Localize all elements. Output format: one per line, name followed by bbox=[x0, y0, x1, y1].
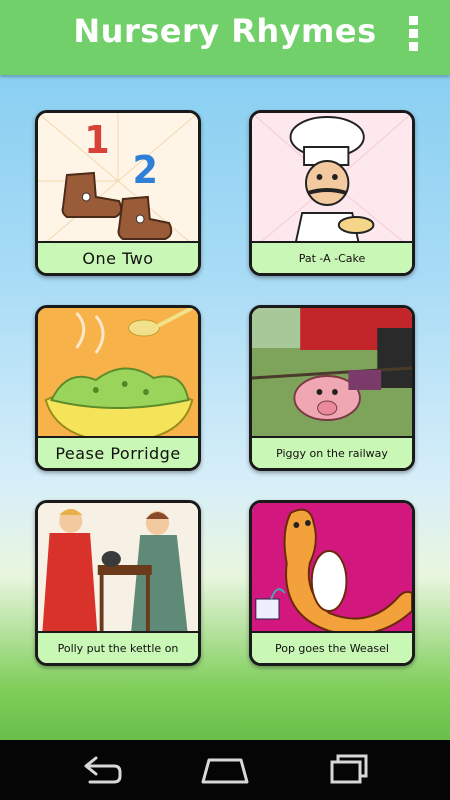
rhyme-card-piggy-on-the-railway[interactable]: Piggy on the railway bbox=[249, 305, 415, 471]
baker-illustration bbox=[252, 113, 412, 249]
piggy-train-illustration bbox=[252, 308, 412, 444]
svg-text:2: 2 bbox=[132, 147, 157, 192]
system-navigation-bar bbox=[0, 740, 450, 800]
polly-kettle-illustration bbox=[38, 503, 198, 639]
rhyme-grid: 1 2 One Two Pat -A -Cake Pease Porridge … bbox=[0, 0, 450, 740]
svg-text:1: 1 bbox=[84, 117, 109, 162]
rhyme-card-one-two[interactable]: 1 2 One Two bbox=[35, 110, 201, 276]
weasel-illustration bbox=[252, 503, 412, 639]
recent-apps-icon[interactable] bbox=[320, 752, 380, 788]
shoes-illustration: 1 2 bbox=[38, 113, 198, 249]
rhyme-card-pat-a-cake[interactable]: Pat -A -Cake bbox=[249, 110, 415, 276]
rhyme-label: Piggy on the railway bbox=[252, 436, 412, 468]
rhyme-label: Pat -A -Cake bbox=[252, 241, 412, 273]
rhyme-label: One Two bbox=[38, 241, 198, 273]
rhyme-card-pop-goes-the-weasel[interactable]: Pop goes the Weasel bbox=[249, 500, 415, 666]
porridge-bowl-illustration bbox=[38, 308, 198, 444]
home-icon[interactable] bbox=[195, 752, 255, 788]
rhyme-label: Pop goes the Weasel bbox=[252, 631, 412, 663]
rhyme-card-polly-put-the-kettle-on[interactable]: Polly put the kettle on bbox=[35, 500, 201, 666]
rhyme-label: Polly put the kettle on bbox=[38, 631, 198, 663]
back-icon[interactable] bbox=[70, 752, 130, 788]
rhyme-label: Pease Porridge bbox=[38, 436, 198, 468]
rhyme-card-pease-porridge[interactable]: Pease Porridge bbox=[35, 305, 201, 471]
